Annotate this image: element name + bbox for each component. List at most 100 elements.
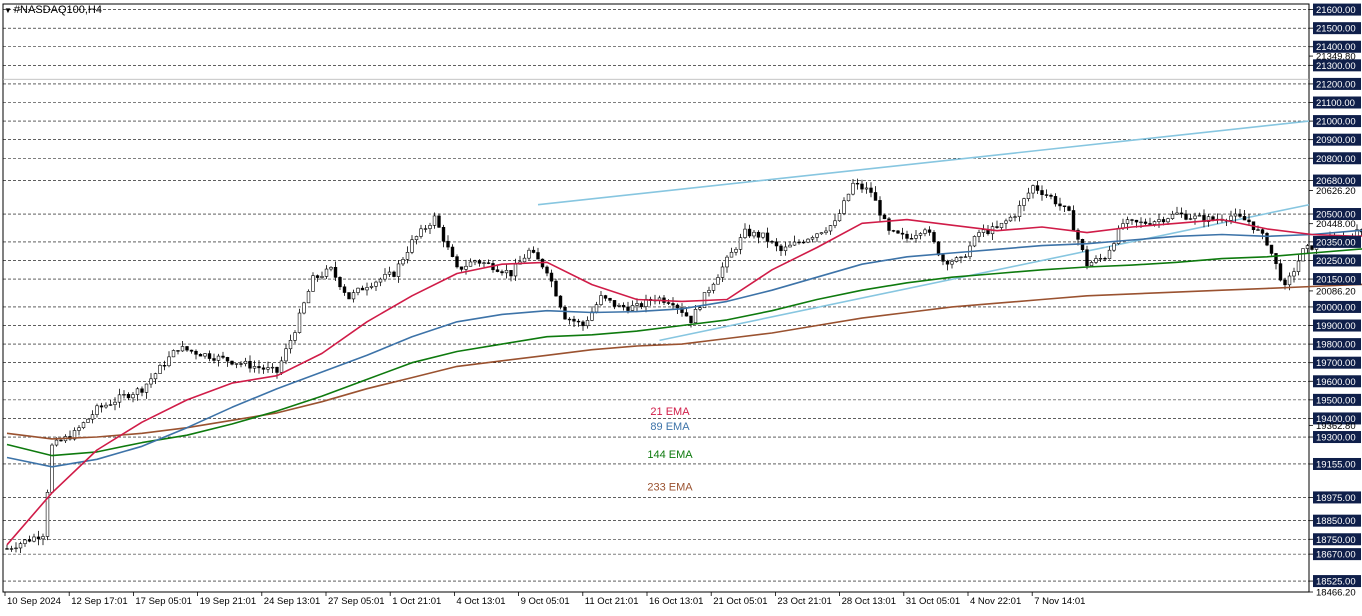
candle-body: [1179, 212, 1184, 215]
candle-body: [927, 229, 932, 233]
candle-body: [1139, 221, 1143, 224]
candle-body: [86, 418, 90, 423]
candle-body: [1278, 263, 1283, 281]
y-tick-label: 18750.00: [1316, 535, 1356, 546]
candle-body: [1233, 213, 1238, 217]
triangle-down-icon[interactable]: ▼: [4, 6, 12, 15]
x-tick-label: 28 Oct 13:01: [842, 596, 896, 607]
x-tick-label: 11 Oct 21:01: [585, 596, 639, 607]
candle-body: [729, 251, 734, 258]
price-chart[interactable]: 21 EMA 89 EMA 144 EMA 233 EMA 21600.00 21500.…: [0, 0, 1362, 611]
candle-body: [1269, 244, 1274, 254]
candle-body: [1148, 223, 1152, 225]
candle-body: [396, 263, 401, 277]
candle-body: [756, 231, 761, 238]
candle-body: [639, 303, 644, 307]
candle-body: [1188, 218, 1193, 220]
candle-body: [936, 241, 941, 256]
candle-body: [783, 246, 788, 252]
candle-body: [617, 304, 621, 307]
candle-body: [972, 236, 977, 247]
candle-body: [720, 266, 725, 278]
candle-body: [221, 355, 225, 358]
candle-body: [14, 547, 18, 550]
candle-body: [513, 263, 518, 277]
candle-body: [1049, 194, 1053, 197]
candle-body: [1260, 229, 1265, 234]
candle-body: [1157, 219, 1161, 222]
y-tick-label: 20800.00: [1316, 154, 1356, 165]
candle-body: [765, 232, 770, 242]
candle-body: [819, 232, 824, 235]
candle-body: [50, 444, 54, 493]
candle-body: [239, 363, 243, 365]
x-tick-label: 23 Oct 21:01: [777, 596, 831, 607]
candle-body: [261, 367, 266, 370]
candle-body: [1283, 279, 1287, 286]
candle-body: [999, 222, 1004, 228]
candle-body: [896, 230, 900, 234]
candle-body: [225, 357, 230, 362]
candle-body: [1247, 219, 1251, 223]
candle-body: [1031, 185, 1035, 194]
candle-body: [342, 286, 347, 293]
candle-body: [288, 340, 293, 350]
candle-body: [176, 350, 180, 352]
x-tick-label: 24 Sep 13:01: [264, 596, 321, 607]
candle-body: [243, 360, 248, 364]
x-tick-label: 17 Sep 05:01: [135, 596, 192, 607]
candle-body: [324, 268, 329, 277]
candle-body: [918, 233, 923, 236]
candle-body: [1017, 205, 1022, 217]
candle-body: [585, 320, 590, 327]
candle-body: [500, 271, 504, 274]
y-tick-label: 20086.20: [1316, 286, 1356, 297]
candle-body: [198, 353, 203, 357]
candle-body: [428, 225, 432, 229]
candle-body: [207, 353, 212, 359]
chart-background: [0, 0, 1362, 611]
candle-body: [869, 187, 873, 193]
candle-body: [9, 548, 14, 550]
candle-body: [1184, 213, 1188, 220]
candle-body: [837, 213, 842, 222]
candle-body: [977, 232, 981, 237]
candle-body: [135, 388, 140, 395]
candle-body: [1067, 206, 1071, 211]
candle-body: [194, 350, 198, 355]
y-tick-label: 19900.00: [1316, 321, 1356, 332]
candle-body: [1026, 192, 1031, 199]
x-tick-label: 10 Sep 2024: [7, 596, 61, 607]
candle-body: [1022, 198, 1026, 206]
candle-body: [698, 307, 702, 310]
candle-body: [1256, 229, 1260, 231]
y-tick-label: 19600.00: [1316, 377, 1356, 388]
candle-body: [914, 235, 918, 239]
candle-body: [536, 252, 540, 260]
candle-body: [959, 256, 963, 259]
ema-label: 144 EMA: [647, 449, 693, 461]
candle-body: [1175, 212, 1179, 215]
y-tick-label: 20000.00: [1316, 302, 1356, 313]
candle-body: [351, 292, 356, 300]
candle-body: [1242, 216, 1247, 221]
chart-area[interactable]: 21 EMA 89 EMA 144 EMA 233 EMA 21600.00 21500.…: [0, 0, 1362, 611]
candle-body: [684, 312, 689, 317]
candle-body: [1035, 185, 1040, 191]
candle-body: [410, 239, 414, 253]
y-tick-label: 18670.00: [1316, 550, 1356, 561]
y-tick-label: 19300.00: [1316, 433, 1356, 444]
candle-body: [1292, 271, 1296, 277]
candle-body: [810, 237, 815, 240]
candle-body: [27, 539, 32, 542]
candle-body: [113, 401, 117, 405]
y-tick-label: 21200.00: [1316, 79, 1356, 90]
candle-body: [185, 346, 189, 351]
candle-body: [509, 270, 513, 277]
candle-body: [905, 233, 909, 239]
candle-body: [423, 228, 428, 230]
candle-body: [297, 312, 302, 333]
symbol-header[interactable]: ▼ #NASDAQ100,H4: [4, 4, 102, 16]
candle-body: [1166, 218, 1170, 223]
candle-body: [275, 366, 279, 373]
